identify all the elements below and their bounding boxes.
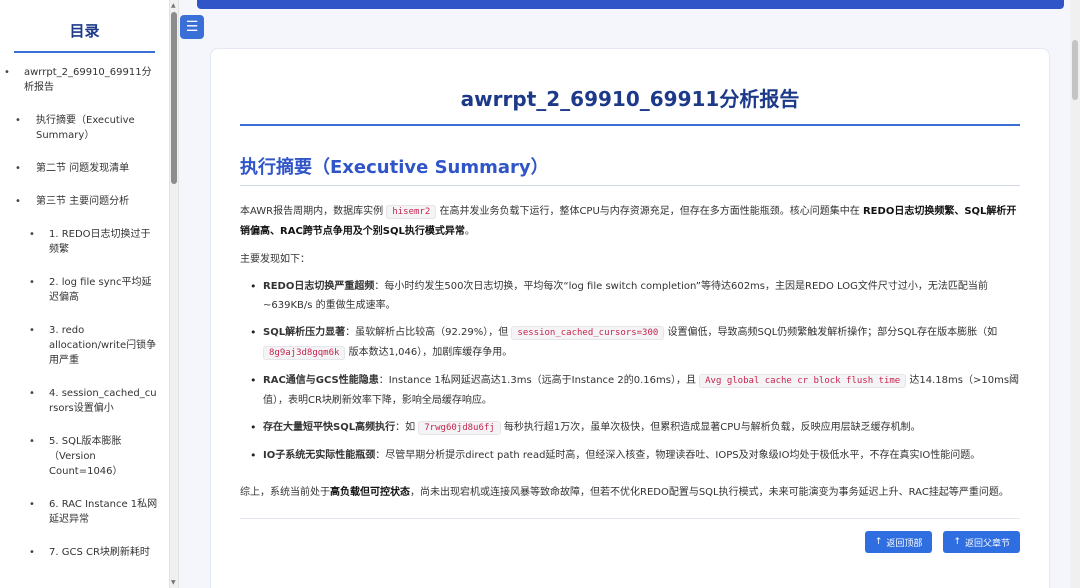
toc-sidebar: 目录 • awrrpt_2_69910_69911分析报告 • 执行摘要（Exe… [0, 0, 170, 588]
sql-id-code: 7rwg60jd8u6fj [418, 421, 501, 435]
back-to-top-button[interactable]: ↑ 返回顶部 [864, 531, 933, 553]
findings-list: • REDO日志切换严重超频：每小时约发生500次日志切换，平均每次“log f… [240, 277, 1020, 465]
bullet-icon: • [250, 374, 257, 387]
toc-item-label: 执行摘要（Executive Summary） [36, 115, 135, 141]
toc-item-label: 2. log file sync平均延迟偏高 [49, 277, 152, 303]
toc-item-label: 6. RAC Instance 1私网延迟异常 [49, 499, 158, 525]
bullet-icon: • [29, 547, 35, 558]
sidebar-toggle-button[interactable]: ☰ [180, 15, 204, 39]
finding-title: SQL解析压力显著 [263, 327, 346, 338]
intro-text: 本AWR报告周期内，数据库实例 [240, 206, 384, 217]
toc-item-label: 4. session_cached_cursors设置偏小 [49, 388, 157, 414]
finding-title: 存在大量短平快SQL高频执行 [263, 422, 396, 433]
finding-text: ：尽管早期分析提示direct path read延时高，但经深入核查，物理读吞… [375, 450, 981, 461]
bullet-icon: • [250, 326, 257, 339]
arrow-up-icon: ↑ [874, 537, 883, 547]
toc-item-executive-summary[interactable]: • 执行摘要（Executive Summary） [0, 113, 169, 143]
conclusion-paragraph: 综上，系统当前处于高负载但可控状态，尚未出现宕机或连接风暴等致命故障，但若不优化… [240, 483, 1020, 502]
bullet-icon: • [250, 449, 257, 462]
sidebar-scroll-thumb[interactable] [171, 12, 177, 184]
bullet-icon: • [15, 115, 21, 126]
page-scrollbar[interactable] [1070, 0, 1080, 588]
intro-text: 。 [464, 226, 475, 237]
conclusion-text: ，尚未出现宕机或连接风暴等致命故障，但若不优化REDO配置与SQL执行模式，未来… [410, 487, 1009, 498]
section-divider [240, 518, 1020, 519]
finding-title: IO子系统无实际性能瓶颈 [263, 450, 376, 461]
bullet-icon: • [15, 196, 21, 207]
toc-item-section-2[interactable]: • 第二节 问题发现清单 [0, 161, 169, 176]
instance-code: hisemr2 [386, 205, 437, 219]
sidebar-scrollbar[interactable]: ▲ ▼ [170, 0, 179, 588]
top-accent-bar [197, 0, 1064, 9]
findings-lead: 主要发现如下： [240, 254, 310, 265]
back-to-top-label: 返回顶部 [886, 538, 923, 549]
toc-item-report[interactable]: • awrrpt_2_69910_69911分析报告 [0, 65, 169, 95]
metric-code: Avg global cache cr block flush time [699, 374, 907, 388]
back-to-parent-button[interactable]: ↑ 返回父章节 [943, 531, 1020, 553]
finding-title: REDO日志切换严重超频 [263, 281, 375, 292]
toc-item-issue-7[interactable]: • 7. GCS CR块刷新耗时 [0, 545, 169, 560]
scroll-down-arrow-icon[interactable]: ▼ [171, 579, 176, 586]
back-to-parent-label: 返回父章节 [964, 538, 1010, 549]
toc-item-issue-3[interactable]: • 3. redo allocation/write闩锁争用严重 [0, 323, 169, 368]
finding-text: ：如 [395, 422, 416, 433]
bullet-icon: • [250, 421, 257, 434]
nav-buttons: ↑ 返回顶部 ↑ 返回父章节 [240, 531, 1020, 553]
bullet-icon: • [29, 325, 35, 336]
bullet-icon: • [29, 499, 35, 510]
finding-text: 每秒执行超1万次，虽单次极快，但累积造成显著CPU与解析负载，反映应用层缺乏缓存… [503, 422, 921, 433]
finding-text: 版本数达1,046），加剧库缓存争用。 [348, 347, 513, 358]
toc-item-issue-2[interactable]: • 2. log file sync平均延迟偏高 [0, 275, 169, 305]
toc-item-label: 1. REDO日志切换过于频繁 [49, 229, 151, 255]
toc-title: 目录 [14, 0, 155, 53]
bullet-icon: • [29, 277, 35, 288]
toc-item-label: 7. GCS CR块刷新耗时 [49, 547, 150, 558]
page-scroll-thumb[interactable] [1072, 40, 1078, 100]
bullet-icon: • [29, 388, 35, 399]
section-title: 执行摘要（Executive Summary） [240, 153, 1020, 186]
finding-item: • SQL解析压力显著：虽软解析占比较高（92.29%），但 session_c… [250, 323, 1020, 363]
scroll-up-arrow-icon[interactable]: ▲ [171, 2, 176, 9]
finding-item: • 存在大量短平快SQL高频执行：如 7rwg60jd8u6fj 每秒执行超1万… [250, 418, 1020, 438]
toc-item-issue-1[interactable]: • 1. REDO日志切换过于频繁 [0, 227, 169, 257]
finding-item: • REDO日志切换严重超频：每小时约发生500次日志切换，平均每次“log f… [250, 277, 1020, 315]
toc-item-label: 5. SQL版本膨胀（Version Count=1046） [49, 436, 123, 477]
toc-item-issue-5[interactable]: • 5. SQL版本膨胀（Version Count=1046） [0, 434, 169, 479]
bullet-icon: • [29, 229, 35, 240]
finding-text: ：虽软解析占比较高（92.29%），但 [345, 327, 509, 338]
intro-text: 在高并发业务负载下运行，整体CPU与内存资源充足，但存在多方面性能瓶颈。核心问题… [439, 206, 860, 217]
toc-item-label: 第二节 问题发现清单 [36, 163, 130, 174]
param-code: session_cached_cursors=300 [511, 326, 665, 340]
arrow-up-icon: ↑ [953, 537, 961, 547]
toc-item-label: awrrpt_2_69910_69911分析报告 [24, 67, 152, 93]
finding-text: 设置偏低，导致高频SQL仍频繁触发解析操作；部分SQL存在版本膨胀（如 [667, 327, 998, 338]
toc-item-label: 3. redo allocation/write闩锁争用严重 [49, 325, 157, 366]
finding-item: • IO子系统无实际性能瓶颈：尽管早期分析提示direct path read延… [250, 446, 1020, 465]
finding-text: ：Instance 1私网延迟高达1.3ms（远高于Instance 2的0.1… [378, 375, 696, 386]
conclusion-bold: 高负载但可控状态 [330, 487, 410, 498]
toc-list: • awrrpt_2_69910_69911分析报告 • 执行摘要（Execut… [0, 53, 169, 560]
bullet-icon: • [29, 436, 35, 447]
toc-item-label: 第三节 主要问题分析 [36, 196, 130, 207]
toc-item-issue-4[interactable]: • 4. session_cached_cursors设置偏小 [0, 386, 169, 416]
report-title: awrrpt_2_69910_69911分析报告 [240, 49, 1020, 126]
bullet-icon: • [250, 280, 257, 293]
intro-paragraph: 本AWR报告周期内，数据库实例 hisemr2 在高并发业务负载下运行，整体CP… [240, 202, 1020, 241]
finding-title: RAC通信与GCS性能隐患 [263, 375, 379, 386]
sql-id-code: 8g9aj3d8gqm6k [263, 346, 346, 360]
finding-item: • RAC通信与GCS性能隐患：Instance 1私网延迟高达1.3ms（远高… [250, 371, 1020, 410]
bullet-icon: • [15, 163, 21, 174]
toc-item-section-3[interactable]: • 第三节 主要问题分析 [0, 194, 169, 209]
menu-icon: ☰ [185, 19, 199, 35]
conclusion-text: 综上，系统当前处于 [240, 487, 330, 498]
toc-item-issue-6[interactable]: • 6. RAC Instance 1私网延迟异常 [0, 497, 169, 527]
report-card: awrrpt_2_69910_69911分析报告 执行摘要（Executive … [210, 48, 1050, 588]
bullet-icon: • [4, 67, 10, 78]
